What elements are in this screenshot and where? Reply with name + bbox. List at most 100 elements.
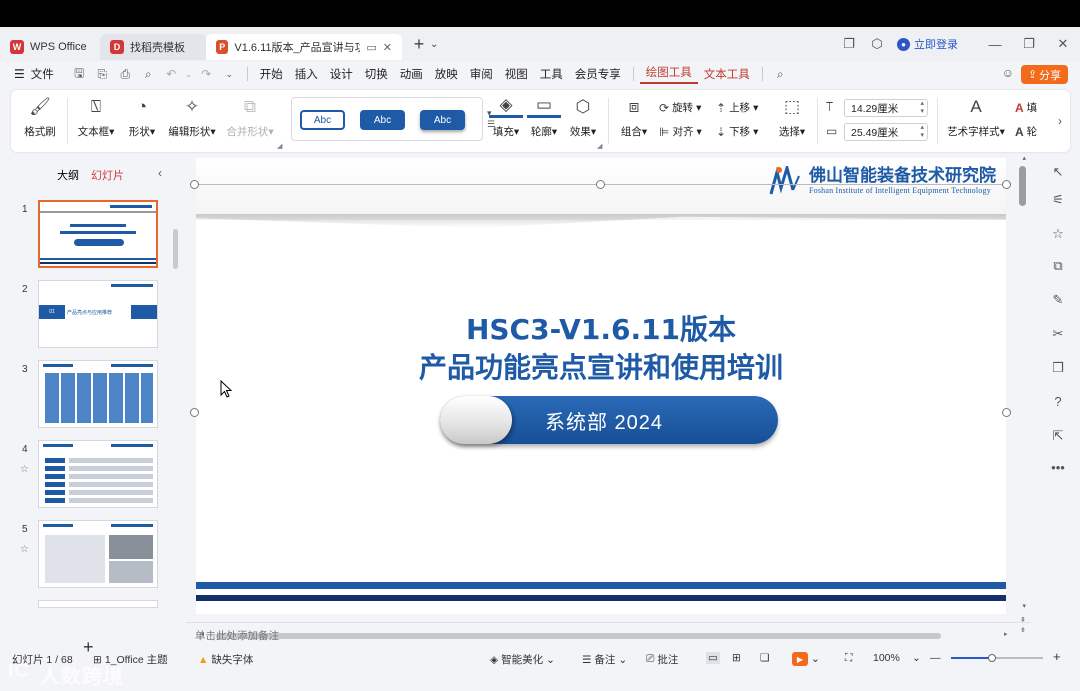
group-button[interactable]: ⧈ 组合▾ <box>617 96 651 139</box>
slide-thumbnail-row[interactable]: 2 01 产品亮点与应用推荐 <box>0 280 175 350</box>
login-button[interactable]: ● 立即登录 <box>897 36 958 52</box>
select-button[interactable]: ⬚ 选择▾ <box>775 96 809 139</box>
slide-thumbnail-row[interactable]: 3 <box>0 360 175 430</box>
normal-view-icon[interactable]: ▭ <box>706 652 720 664</box>
scroll-up-icon[interactable]: ▴ <box>1022 154 1026 162</box>
slide-thumbnail-row[interactable]: 4 ☆ <box>0 440 175 510</box>
width-spinner-icon[interactable]: ▴ ▾ <box>920 124 924 140</box>
align-button[interactable]: ⊫ 对齐 ▾ <box>659 124 702 139</box>
slide-thumbnail-6[interactable] <box>38 600 158 608</box>
ribbon-scroll-right-icon[interactable]: › <box>1050 90 1070 152</box>
resize-handle[interactable] <box>596 180 605 189</box>
menu-animation[interactable]: 动画 <box>394 66 429 82</box>
tab-slides[interactable]: 幻灯片 <box>91 167 124 183</box>
properties-sliders-icon[interactable]: ⚟ <box>1048 192 1068 208</box>
effect-button[interactable]: ⬡ 效果▾ <box>566 96 600 139</box>
shape-group-expand-icon[interactable]: ◢ <box>277 142 282 150</box>
zoom-slider-thumb[interactable] <box>988 654 997 662</box>
menu-design[interactable]: 设计 <box>324 66 359 82</box>
share-button[interactable]: ⇪ 分享 <box>1021 65 1068 84</box>
format-painter-button[interactable]: 🖌 格式刷 <box>23 96 57 139</box>
menu-slideshow[interactable]: 放映 <box>429 66 464 82</box>
slide-thumbnail-row[interactable]: 5 ☆ <box>0 520 175 590</box>
shape-style-fill[interactable]: Abc <box>360 110 405 130</box>
send-backward-button[interactable]: ⇣ 下移 ▾ <box>716 124 758 139</box>
slide-thumbnail-3[interactable] <box>38 360 158 428</box>
tools-icon[interactable]: ✂ <box>1048 326 1068 342</box>
edit-shape-button[interactable]: ✧ 编辑形状▾ <box>165 96 219 139</box>
vertical-scrollbar-thumb[interactable] <box>1019 166 1026 206</box>
height-spinner-icon[interactable]: ▴ ▾ <box>920 100 924 116</box>
tab-list-chevron-icon[interactable]: ⌄ <box>430 39 438 50</box>
print-icon[interactable]: ⎙ <box>114 67 137 82</box>
slide-thumbnail-5[interactable] <box>38 520 158 588</box>
beautify-icon[interactable]: ✎ <box>1048 292 1068 308</box>
slide-title-line-2[interactable]: 产品功能亮点宣讲和使用培训 <box>196 346 1006 386</box>
zoom-slider[interactable] <box>951 654 1043 662</box>
quick-access-dropdown-icon[interactable]: ⌄ <box>218 69 241 80</box>
menu-home[interactable]: 开始 <box>254 66 289 82</box>
notes-toggle-button[interactable]: ☰ 备注 ⌄ <box>582 652 627 667</box>
close-tab-icon[interactable]: ✕ <box>383 41 392 54</box>
book-icon[interactable]: ❒ <box>1048 360 1068 376</box>
arrow-select-icon[interactable]: ↖ <box>1048 164 1068 180</box>
reading-view-icon[interactable]: ❏ <box>760 652 769 664</box>
zoom-in-icon[interactable]: + <box>1053 649 1061 664</box>
resize-handle[interactable] <box>1002 180 1011 189</box>
resize-handle[interactable] <box>190 180 199 189</box>
resize-handle[interactable] <box>190 408 199 417</box>
menu-view[interactable]: 视图 <box>499 66 534 82</box>
menu-transition[interactable]: 切换 <box>359 66 394 82</box>
print-preview-icon[interactable]: ⌕ <box>137 67 160 82</box>
fit-to-window-icon[interactable]: ⛶ <box>845 652 852 665</box>
file-menu[interactable]: 文件 <box>31 66 54 82</box>
save-icon[interactable]: 🖫 <box>68 64 91 85</box>
restore-icon[interactable]: ❐ <box>1012 36 1046 52</box>
art-text-style-button[interactable]: A 艺术字样式▾ <box>945 96 1007 139</box>
slide-thumbnail-4[interactable] <box>38 440 158 508</box>
slide-sorter-view-icon[interactable]: ⊞ <box>732 652 741 664</box>
outline-button[interactable]: ▭ 轮廓▾ <box>527 96 561 139</box>
text-outline-button[interactable]: A轮 <box>1015 124 1037 139</box>
scroll-down-icon[interactable]: ▾ <box>1022 602 1026 610</box>
star-icon[interactable]: ☆ <box>1048 226 1068 242</box>
missing-font-indicator[interactable]: ▲ 缺失字体 <box>198 652 253 667</box>
notes-pane[interactable]: 单击此处添加备注 <box>186 622 1030 646</box>
menu-review[interactable]: 审阅 <box>464 66 499 82</box>
play-slideshow-button[interactable]: ▶ ⌄ <box>792 652 820 666</box>
feedback-icon[interactable]: ☺ <box>1002 66 1014 80</box>
shape-height-input[interactable]: 14.29厘米 ▴ ▾ <box>844 99 928 117</box>
undo-dropdown-icon[interactable]: ⌄ <box>183 70 195 79</box>
menu-member[interactable]: 会员专享 <box>569 66 627 82</box>
help-icon[interactable]: ? <box>1048 394 1068 409</box>
resize-handle[interactable] <box>1002 408 1011 417</box>
export-pdf-icon[interactable]: ⎘ <box>91 67 114 82</box>
slide-thumbnail-row[interactable] <box>0 600 175 608</box>
comments-toggle-button[interactable]: ⎚ 批注 <box>646 652 678 667</box>
slide-thumbnail-2[interactable]: 01 产品亮点与应用推荐 <box>38 280 158 348</box>
textbox-button[interactable]: ⍂ 文本框▾ <box>76 96 116 139</box>
tab-current-document[interactable]: P V1.6.11版本_产品宣讲与功能 ▭ ✕ <box>206 34 402 60</box>
smart-beautify-button[interactable]: ◈ 智能美化 ⌄ <box>490 652 555 667</box>
tab-template-store[interactable]: D 找稻壳模板 <box>100 34 206 60</box>
department-year-pill[interactable]: 系统部 2024 <box>440 396 778 444</box>
menu-text-tools[interactable]: 文本工具 <box>698 66 756 82</box>
more-options-icon[interactable]: ••• <box>1048 460 1068 475</box>
zoom-percentage[interactable]: 100% <box>873 652 900 664</box>
style-group-expand-icon[interactable]: ◢ <box>597 142 602 150</box>
layout-icon[interactable]: ⧉ <box>1048 258 1068 274</box>
undo-icon[interactable]: ↶ <box>160 67 183 81</box>
new-tab-icon[interactable]: + <box>410 34 428 55</box>
zoom-dropdown-icon[interactable]: ⌄ <box>912 652 921 664</box>
bring-forward-button[interactable]: ⇡ 上移 ▾ <box>716 100 758 115</box>
redo-icon[interactable]: ↷ <box>195 67 218 81</box>
shape-width-input[interactable]: 25.49厘米 ▴ ▾ <box>844 123 928 141</box>
rotate-button[interactable]: ⟳ 旋转 ▾ <box>659 100 701 115</box>
close-window-icon[interactable]: ✕ <box>1046 36 1080 52</box>
menu-tools[interactable]: 工具 <box>534 66 569 82</box>
text-fill-button[interactable]: A填 <box>1015 100 1037 115</box>
tab-wps-office[interactable]: W WPS Office <box>0 34 100 60</box>
minimize-icon[interactable]: — <box>978 37 1012 52</box>
menu-drawing-tools[interactable]: 绘图工具 <box>639 64 698 84</box>
search-icon[interactable]: ⌕ <box>769 67 792 82</box>
